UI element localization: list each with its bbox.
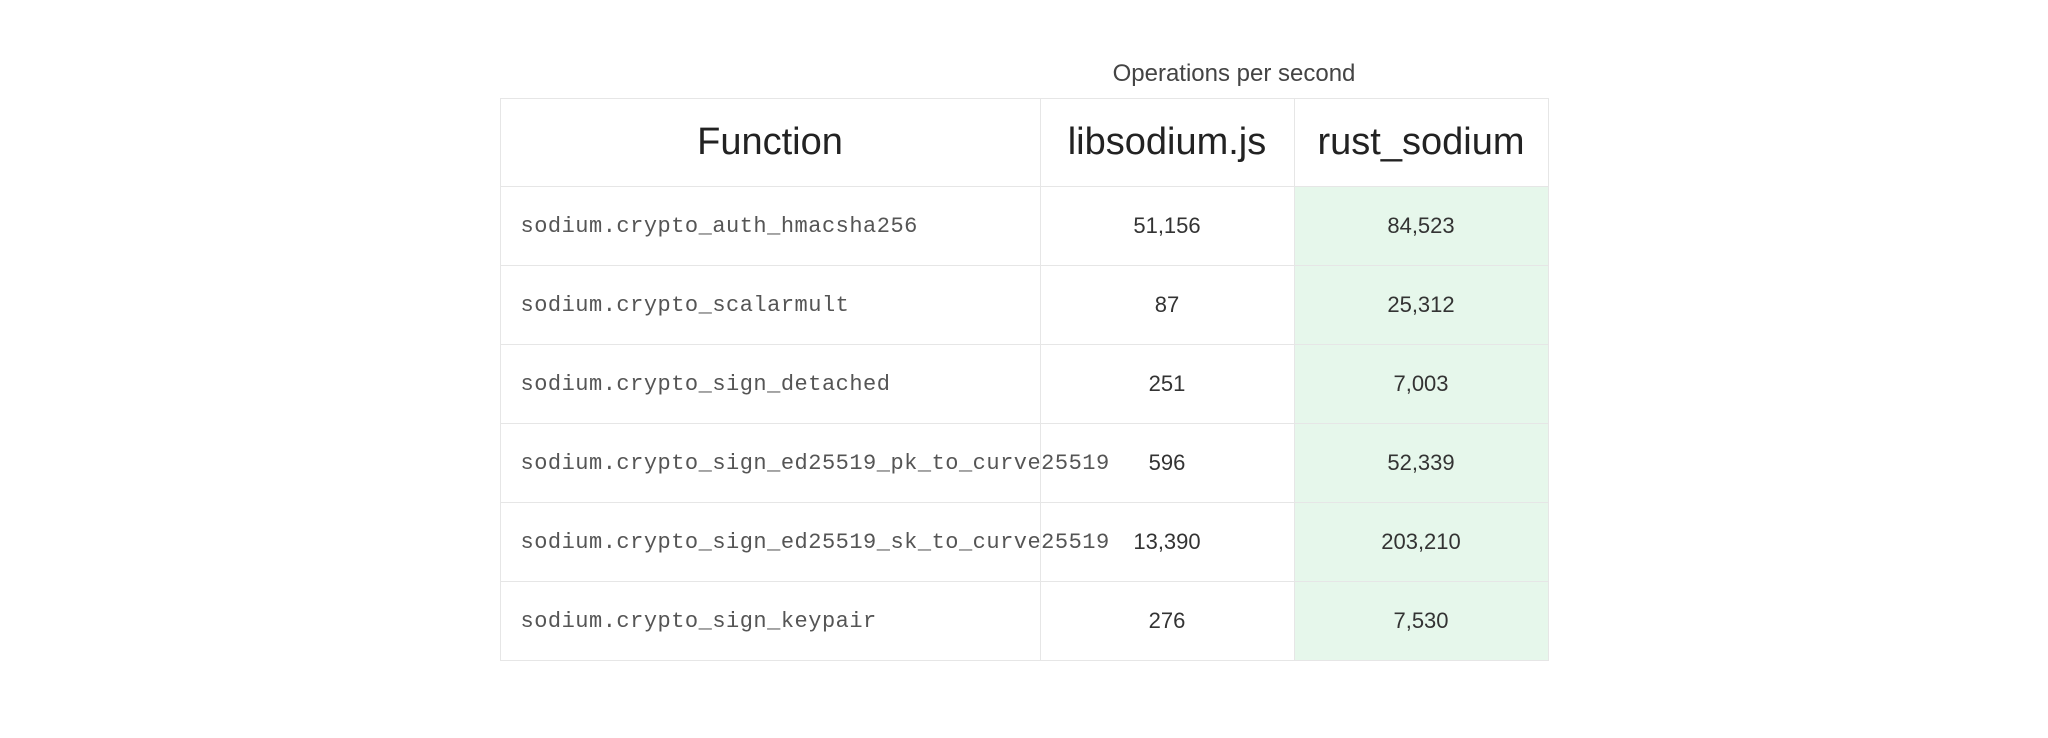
table-row: sodium.crypto_auth_hmacsha256 51,156 84,…	[500, 187, 1548, 266]
cell-rust-sodium: 203,210	[1294, 503, 1548, 582]
table-row: sodium.crypto_sign_keypair 276 7,530	[500, 582, 1548, 661]
cell-libsodium: 276	[1040, 582, 1294, 661]
table-caption: Operations per second	[500, 60, 1548, 88]
cell-function: sodium.crypto_scalarmult	[500, 266, 1040, 345]
table-row: sodium.crypto_scalarmult 87 25,312	[500, 266, 1548, 345]
table-row: sodium.crypto_sign_detached 251 7,003	[500, 345, 1548, 424]
cell-function: sodium.crypto_sign_ed25519_sk_to_curve25…	[500, 503, 1040, 582]
col-header-rust-sodium: rust_sodium	[1294, 99, 1548, 187]
cell-function: sodium.crypto_auth_hmacsha256	[500, 187, 1040, 266]
cell-function: sodium.crypto_sign_ed25519_pk_to_curve25…	[500, 424, 1040, 503]
benchmark-table: Function libsodium.js rust_sodium sodium…	[500, 98, 1549, 661]
cell-libsodium: 87	[1040, 266, 1294, 345]
cell-function: sodium.crypto_sign_detached	[500, 345, 1040, 424]
col-header-libsodium: libsodium.js	[1040, 99, 1294, 187]
cell-rust-sodium: 7,530	[1294, 582, 1548, 661]
table-header-row: Function libsodium.js rust_sodium	[500, 99, 1548, 187]
col-header-function: Function	[500, 99, 1040, 187]
table-row: sodium.crypto_sign_ed25519_pk_to_curve25…	[500, 424, 1548, 503]
cell-function: sodium.crypto_sign_keypair	[500, 582, 1040, 661]
cell-libsodium: 51,156	[1040, 187, 1294, 266]
cell-libsodium: 251	[1040, 345, 1294, 424]
table-row: sodium.crypto_sign_ed25519_sk_to_curve25…	[500, 503, 1548, 582]
cell-rust-sodium: 25,312	[1294, 266, 1548, 345]
cell-rust-sodium: 84,523	[1294, 187, 1548, 266]
cell-rust-sodium: 7,003	[1294, 345, 1548, 424]
cell-rust-sodium: 52,339	[1294, 424, 1548, 503]
